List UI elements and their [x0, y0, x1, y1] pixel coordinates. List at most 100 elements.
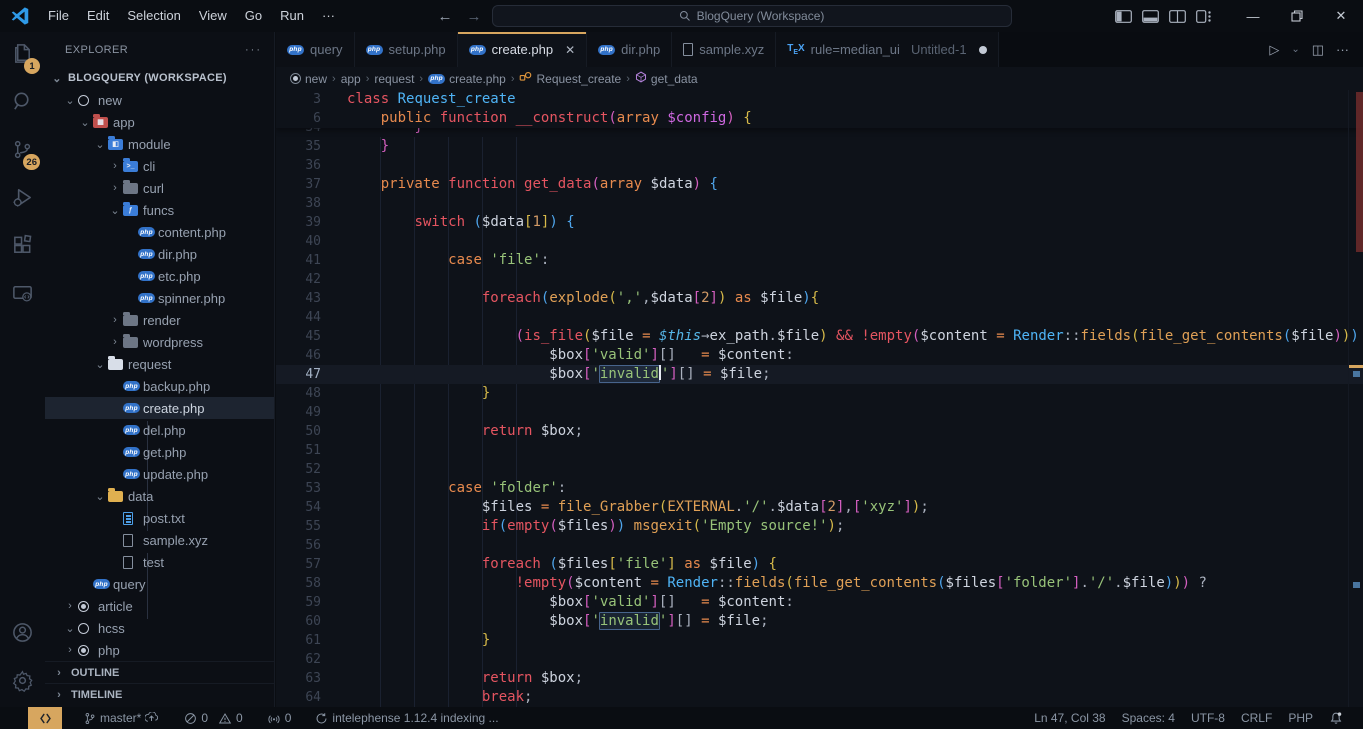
overview-ruler[interactable]: [1348, 90, 1363, 707]
code-line-50[interactable]: 50 return $box;: [276, 422, 1363, 441]
tree-item-article[interactable]: ›article: [45, 595, 274, 617]
tree-item-del-php[interactable]: phpdel.php: [45, 419, 274, 441]
code-line-39[interactable]: 39 switch ($data[1]) {: [276, 213, 1363, 232]
ports-status[interactable]: 0: [259, 707, 300, 729]
toggle-sidebar-icon[interactable]: [1115, 10, 1132, 23]
status-utf-8[interactable]: UTF-8: [1183, 707, 1233, 729]
section-outline[interactable]: ›OUTLINE: [45, 661, 274, 683]
code-line-38[interactable]: 38: [276, 194, 1363, 213]
breadcrumb-get_data[interactable]: get_data: [635, 71, 698, 86]
code-line-52[interactable]: 52: [276, 460, 1363, 479]
language-server-status[interactable]: intelephense 1.12.4 indexing ...: [307, 707, 506, 729]
breadcrumb-new[interactable]: new: [290, 72, 327, 86]
code-line-62[interactable]: 62: [276, 650, 1363, 669]
code-line-55[interactable]: 55 if(empty($files)) msgexit('Empty sour…: [276, 517, 1363, 536]
code-line-56[interactable]: 56: [276, 536, 1363, 555]
code-line-42[interactable]: 42: [276, 270, 1363, 289]
activitybar-search[interactable]: [0, 80, 45, 128]
code-line-53[interactable]: 53 case 'folder':: [276, 479, 1363, 498]
tab-setup-php[interactable]: phpsetup.php: [355, 32, 458, 67]
activitybar-source-control[interactable]: 26: [0, 128, 45, 176]
tree-item-query[interactable]: phpquery: [45, 573, 274, 595]
toggle-secondary-sidebar-icon[interactable]: [1169, 10, 1186, 23]
nav-forward-icon[interactable]: →: [467, 8, 482, 25]
git-branch-status[interactable]: master*: [76, 707, 166, 729]
tab-sample-xyz[interactable]: sample.xyz: [672, 32, 776, 67]
customize-layout-icon[interactable]: [1196, 10, 1213, 23]
tree-item-dir-php[interactable]: phpdir.php: [45, 243, 274, 265]
code-editor[interactable]: 3class Request_create6 public function _…: [276, 90, 1363, 707]
code-line-41[interactable]: 41 case 'file':: [276, 251, 1363, 270]
chevron-down-icon[interactable]: ⌄: [77, 116, 93, 129]
chevron-right-icon[interactable]: ›: [107, 160, 123, 172]
tree-item-hcss[interactable]: ⌄hcss: [45, 617, 274, 639]
code-line-35[interactable]: 35 }: [276, 137, 1363, 156]
code-line-45[interactable]: 45 (is_file($file = $this→ex_path.$file)…: [276, 327, 1363, 346]
tree-item-spinner-php[interactable]: phpspinner.php: [45, 287, 274, 309]
chevron-right-icon[interactable]: ›: [107, 336, 123, 348]
workspace-section-header[interactable]: ⌄ BLOGQUERY (WORKSPACE): [45, 67, 274, 89]
code-line-58[interactable]: 58 !empty($content = Render::fields(file…: [276, 574, 1363, 593]
menu-run[interactable]: Run: [271, 1, 313, 31]
code-line-48[interactable]: 48 }: [276, 384, 1363, 403]
close-icon[interactable]: ✕: [565, 43, 575, 57]
tree-item-backup-php[interactable]: phpbackup.php: [45, 375, 274, 397]
code-line-40[interactable]: 40: [276, 232, 1363, 251]
menu-view[interactable]: View: [190, 1, 236, 31]
status-spaces[interactable]: Spaces: 4: [1114, 707, 1183, 729]
chevron-down-icon[interactable]: ⌄: [62, 622, 78, 635]
menu-[interactable]: ···: [313, 1, 344, 31]
chevron-right-icon[interactable]: ›: [62, 600, 78, 612]
code-line-6[interactable]: 6 public function __construct(array $con…: [276, 109, 1363, 128]
problems-status[interactable]: 0 0: [176, 707, 250, 729]
more-actions-button[interactable]: ···: [1336, 42, 1349, 57]
close-button[interactable]: ✕: [1319, 0, 1363, 32]
chevron-down-icon[interactable]: ⌄: [92, 358, 108, 371]
code-line-34[interactable]: 34 }: [276, 128, 1363, 137]
code-line-63[interactable]: 63 return $box;: [276, 669, 1363, 688]
tree-item-sample-xyz[interactable]: sample.xyz: [45, 529, 274, 551]
status-php[interactable]: PHP: [1280, 707, 1321, 729]
command-center-search[interactable]: BlogQuery (Workspace): [492, 5, 1012, 27]
code-line-43[interactable]: 43 foreach(explode(',',$data[2]) as $fil…: [276, 289, 1363, 308]
nav-back-icon[interactable]: ←: [438, 8, 453, 25]
code-line-36[interactable]: 36: [276, 156, 1363, 175]
chevron-down-icon[interactable]: ⌄: [62, 94, 78, 107]
activitybar-extensions[interactable]: [0, 224, 45, 272]
tree-item-content-php[interactable]: phpcontent.php: [45, 221, 274, 243]
breadcrumb-create-php[interactable]: phpcreate.php: [428, 72, 506, 86]
menu-selection[interactable]: Selection: [118, 1, 189, 31]
chevron-down-icon[interactable]: ⌄: [107, 204, 123, 217]
explorer-more-actions[interactable]: ···: [245, 44, 262, 56]
tree-item-update-php[interactable]: phpupdate.php: [45, 463, 274, 485]
activitybar-explorer[interactable]: 1: [0, 32, 45, 80]
tab-create-php[interactable]: phpcreate.php✕: [458, 32, 588, 67]
code-line-3[interactable]: 3class Request_create: [276, 90, 1363, 109]
code-line-61[interactable]: 61 }: [276, 631, 1363, 650]
run-file-button[interactable]: ▷: [1269, 42, 1279, 58]
tab-dir-php[interactable]: phpdir.php: [587, 32, 672, 67]
tree-item-render[interactable]: ›render: [45, 309, 274, 331]
notifications-bell[interactable]: [1321, 707, 1351, 729]
code-line-51[interactable]: 51: [276, 441, 1363, 460]
tree-item-wordpress[interactable]: ›wordpress: [45, 331, 274, 353]
tree-item-request[interactable]: ⌄request: [45, 353, 274, 375]
menu-go[interactable]: Go: [236, 1, 271, 31]
section-timeline[interactable]: ›TIMELINE: [45, 683, 274, 705]
tab-query[interactable]: phpquery: [276, 32, 355, 67]
code-line-44[interactable]: 44: [276, 308, 1363, 327]
code-line-37[interactable]: 37 private function get_data(array $data…: [276, 175, 1363, 194]
code-line-60[interactable]: 60 $box['invalid'][] = $file;: [276, 612, 1363, 631]
sticky-scroll[interactable]: 3class Request_create6 public function _…: [276, 90, 1363, 128]
chevron-right-icon[interactable]: ›: [107, 314, 123, 326]
breadcrumb[interactable]: new›app›request›phpcreate.php›Request_cr…: [276, 67, 1363, 90]
minimize-button[interactable]: —: [1231, 0, 1275, 32]
tree-item-curl[interactable]: ›curl: [45, 177, 274, 199]
toggle-panel-icon[interactable]: [1142, 10, 1159, 23]
run-dropdown-button[interactable]: ⌄: [1291, 44, 1299, 55]
tree-item-cli[interactable]: ›>_cli: [45, 155, 274, 177]
code-line-54[interactable]: 54 $files = file_Grabber(EXTERNAL.'/'.$d…: [276, 498, 1363, 517]
breadcrumb-Request_create[interactable]: Request_create: [519, 71, 621, 86]
unsaved-dot-icon[interactable]: [979, 46, 987, 54]
tree-item-php[interactable]: ›php: [45, 639, 274, 661]
